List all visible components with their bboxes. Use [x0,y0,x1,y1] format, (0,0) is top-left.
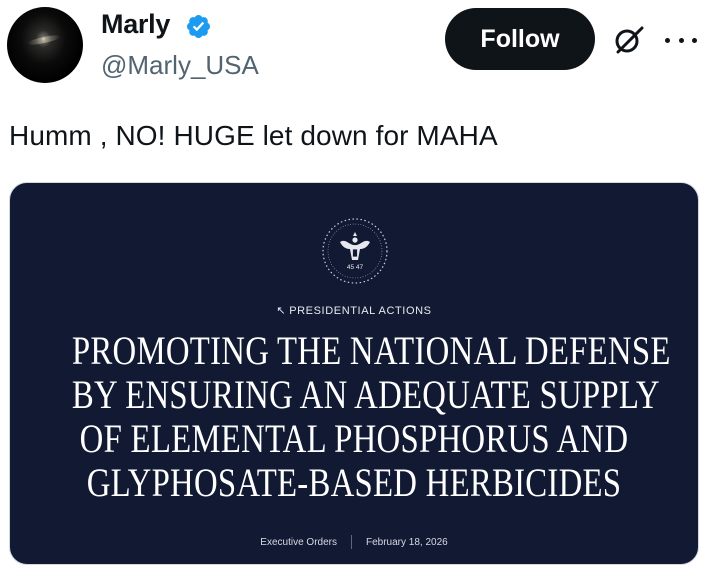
tweet-text: Humm , NO! HUGE let down for MAHA [9,120,498,151]
more-options-icon[interactable] [665,23,697,57]
verified-badge-icon [186,14,211,39]
kicker-label: PRESIDENTIAL ACTIONS [289,305,432,317]
section-kicker: ↖ PRESIDENTIAL ACTIONS [10,304,698,317]
category-label: Executive Orders [260,536,337,548]
dot [665,37,670,43]
dot [692,37,697,43]
display-name[interactable]: Marly [101,9,170,40]
avatar[interactable] [7,7,83,83]
seal-text: 45 47 [347,264,364,271]
arrow-up-left-icon: ↖ [276,305,287,317]
presidential-seal-icon: 45 47 [322,218,388,284]
meta-divider [350,535,352,549]
headline-line: GLYPHOSATE-BASED HERBICIDES [86,460,622,505]
headline-line: BY ENSURING AN ADEQUATE SUPPLY [71,372,660,417]
media-meta: Executive Orders February 18, 2026 [10,535,698,549]
follow-button[interactable]: Follow [445,8,595,70]
headline: PROMOTING THE NATIONAL DEFENSE BY ENSURI… [71,328,671,505]
headline-line: OF ELEMENTAL PHOSPHORUS AND [79,416,629,461]
date-label: February 18, 2026 [365,536,448,548]
grok-icon[interactable] [612,23,646,57]
tweet-media-card[interactable]: 45 47 ↖ PRESIDENTIAL ACTIONS PROMOTING TH… [9,182,699,565]
user-handle[interactable]: @Marly_USA [101,50,259,81]
headline-line: PROMOTING THE NATIONAL DEFENSE [71,328,671,373]
dot [678,37,684,43]
